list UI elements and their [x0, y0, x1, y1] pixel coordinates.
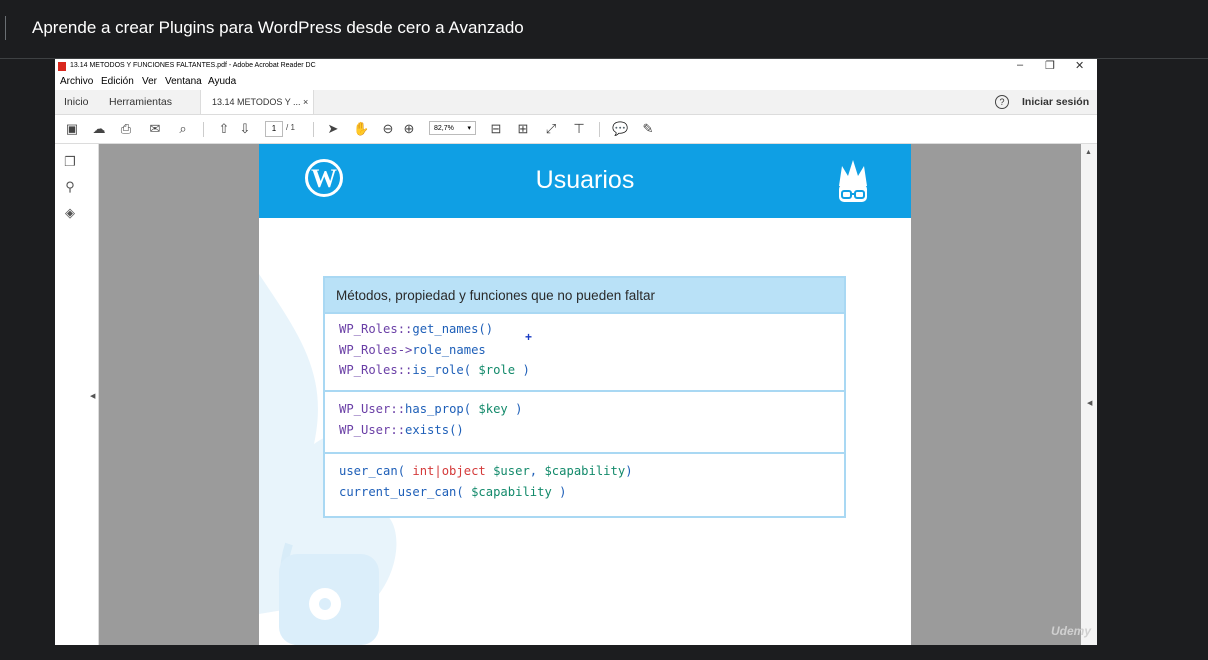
window-title: 13.14 METODOS Y FUNCIONES FALTANTES.pdf … — [70, 62, 316, 69]
page-total: / 1 — [286, 123, 295, 132]
menu-archivo[interactable]: Archivo — [60, 76, 93, 87]
tab-inicio[interactable]: Inicio — [64, 96, 89, 108]
code-line: WP_Roles::is_role( $role ) — [339, 363, 530, 377]
zoom-out-icon[interactable]: ⊖ — [380, 121, 396, 137]
code-line: current_user_can( $capability ) — [339, 485, 567, 499]
select-pointer-icon[interactable]: ➤ — [325, 121, 341, 137]
upload-cloud-icon[interactable]: ☁ — [91, 121, 107, 137]
tabs-bar: Inicio Herramientas 13.14 METODOS Y ... … — [55, 90, 1097, 115]
save-icon[interactable]: ▣ — [64, 121, 80, 137]
chevron-down-icon: ▾ — [467, 125, 471, 132]
zoom-select[interactable]: 82,7% ▾ — [429, 121, 476, 135]
restore-icon[interactable]: ❐ — [1045, 59, 1055, 72]
layers-icon[interactable]: ◈ — [62, 205, 78, 221]
print-icon[interactable]: ⎙ — [118, 121, 134, 137]
toolbar: ▣ ☁ ⎙ ✉ ⌕ ⇧ ⇩ 1 / 1 ➤ ✋ ⊖ ⊕ 82,7% ▾ ⊟ ⊞ ⤢… — [55, 115, 1097, 144]
tab-document[interactable]: 13.14 METODOS Y ... × — [200, 90, 314, 114]
search-icon[interactable]: ⌕ — [175, 121, 191, 137]
acrobat-window: 13.14 METODOS Y FUNCIONES FALTANTES.pdf … — [55, 59, 1097, 645]
roles-section: WP_Roles::get_names() + WP_Roles->role_n… — [325, 312, 844, 390]
scroll-mode-icon[interactable]: ⊞ — [515, 121, 531, 137]
toolbar-separator — [203, 122, 204, 137]
page-up-icon[interactable]: ⇧ — [216, 121, 232, 137]
toolbar-separator — [313, 122, 314, 137]
mascot-logo-icon — [839, 160, 867, 202]
window-titlebar: 13.14 METODOS Y FUNCIONES FALTANTES.pdf … — [55, 59, 1097, 74]
pdf-icon — [58, 62, 66, 71]
mouse-cursor-icon: + — [525, 330, 533, 344]
code-line: WP_User::has_prop( $key ) — [339, 402, 523, 416]
comment-icon[interactable]: 💬 — [612, 121, 628, 137]
user-section: WP_User::has_prop( $key ) WP_User::exist… — [325, 390, 844, 452]
toolbar-separator — [599, 122, 600, 137]
tab-herramientas[interactable]: Herramientas — [109, 96, 172, 108]
code-line: user_can( int|object $user, $capability) — [339, 464, 633, 478]
header-divider — [5, 16, 6, 40]
page-down-icon[interactable]: ⇩ — [237, 121, 253, 137]
signin-link[interactable]: Iniciar sesión — [1022, 96, 1089, 108]
highlight-pen-icon[interactable]: ✎ — [640, 121, 656, 137]
minimize-icon[interactable]: – — [1017, 59, 1023, 71]
code-line: WP_User::exists() — [339, 423, 464, 437]
methods-card: Métodos, propiedad y funciones que no pu… — [323, 276, 846, 518]
help-icon[interactable]: ? — [995, 95, 1009, 109]
code-line: WP_Roles::get_names() — [339, 322, 494, 336]
zoom-in-icon[interactable]: ⊕ — [401, 121, 417, 137]
menu-ayuda[interactable]: Ayuda — [208, 76, 236, 87]
udemy-watermark: Udemy — [1051, 624, 1092, 638]
course-header: Aprende a crear Plugins para WordPress d… — [0, 0, 1208, 59]
scroll-up-icon[interactable]: ▲ — [1085, 149, 1092, 156]
zoom-value: 82,7% — [434, 125, 454, 132]
close-icon[interactable]: ✕ — [1075, 59, 1084, 72]
menu-edicion[interactable]: Edición — [101, 76, 134, 87]
menu-ventana[interactable]: Ventana — [165, 76, 202, 87]
slide-header: W Usuarios — [259, 144, 911, 218]
tab-document-label: 13.14 METODOS Y ... × — [212, 97, 309, 107]
read-mode-icon[interactable]: ⊤ — [571, 121, 587, 137]
page-thumbnails-icon[interactable]: ❐ — [62, 154, 78, 170]
functions-section: user_can( int|object $user, $capability)… — [325, 452, 844, 518]
course-title: Aprende a crear Plugins para WordPress d… — [32, 18, 524, 37]
right-panel-strip: ◀ ▲ — [1081, 144, 1097, 645]
menu-ver[interactable]: Ver — [142, 76, 157, 87]
collapse-right-panel-icon[interactable]: ◀ — [1087, 399, 1092, 407]
card-header: Métodos, propiedad y funciones que no pu… — [325, 278, 844, 312]
code-line: WP_Roles->role_names — [339, 343, 486, 357]
hand-icon[interactable]: ✋ — [353, 121, 369, 137]
fullscreen-icon[interactable]: ⤢ — [543, 121, 559, 137]
fit-page-icon[interactable]: ⊟ — [488, 121, 504, 137]
pdf-page: W Usuarios Métodos, propiedad y funcione… — [259, 144, 911, 645]
attachment-icon[interactable]: ⚲ — [62, 179, 78, 195]
collapse-left-panel-icon[interactable]: ◀ — [90, 392, 95, 400]
slide-title: Usuarios — [535, 166, 635, 194]
page-number-input[interactable]: 1 — [265, 121, 283, 137]
card-title: Métodos, propiedad y funciones que no pu… — [336, 288, 655, 303]
email-icon[interactable]: ✉ — [147, 121, 163, 137]
menu-bar: Archivo Edición Ver Ventana Ayuda — [55, 74, 1097, 90]
